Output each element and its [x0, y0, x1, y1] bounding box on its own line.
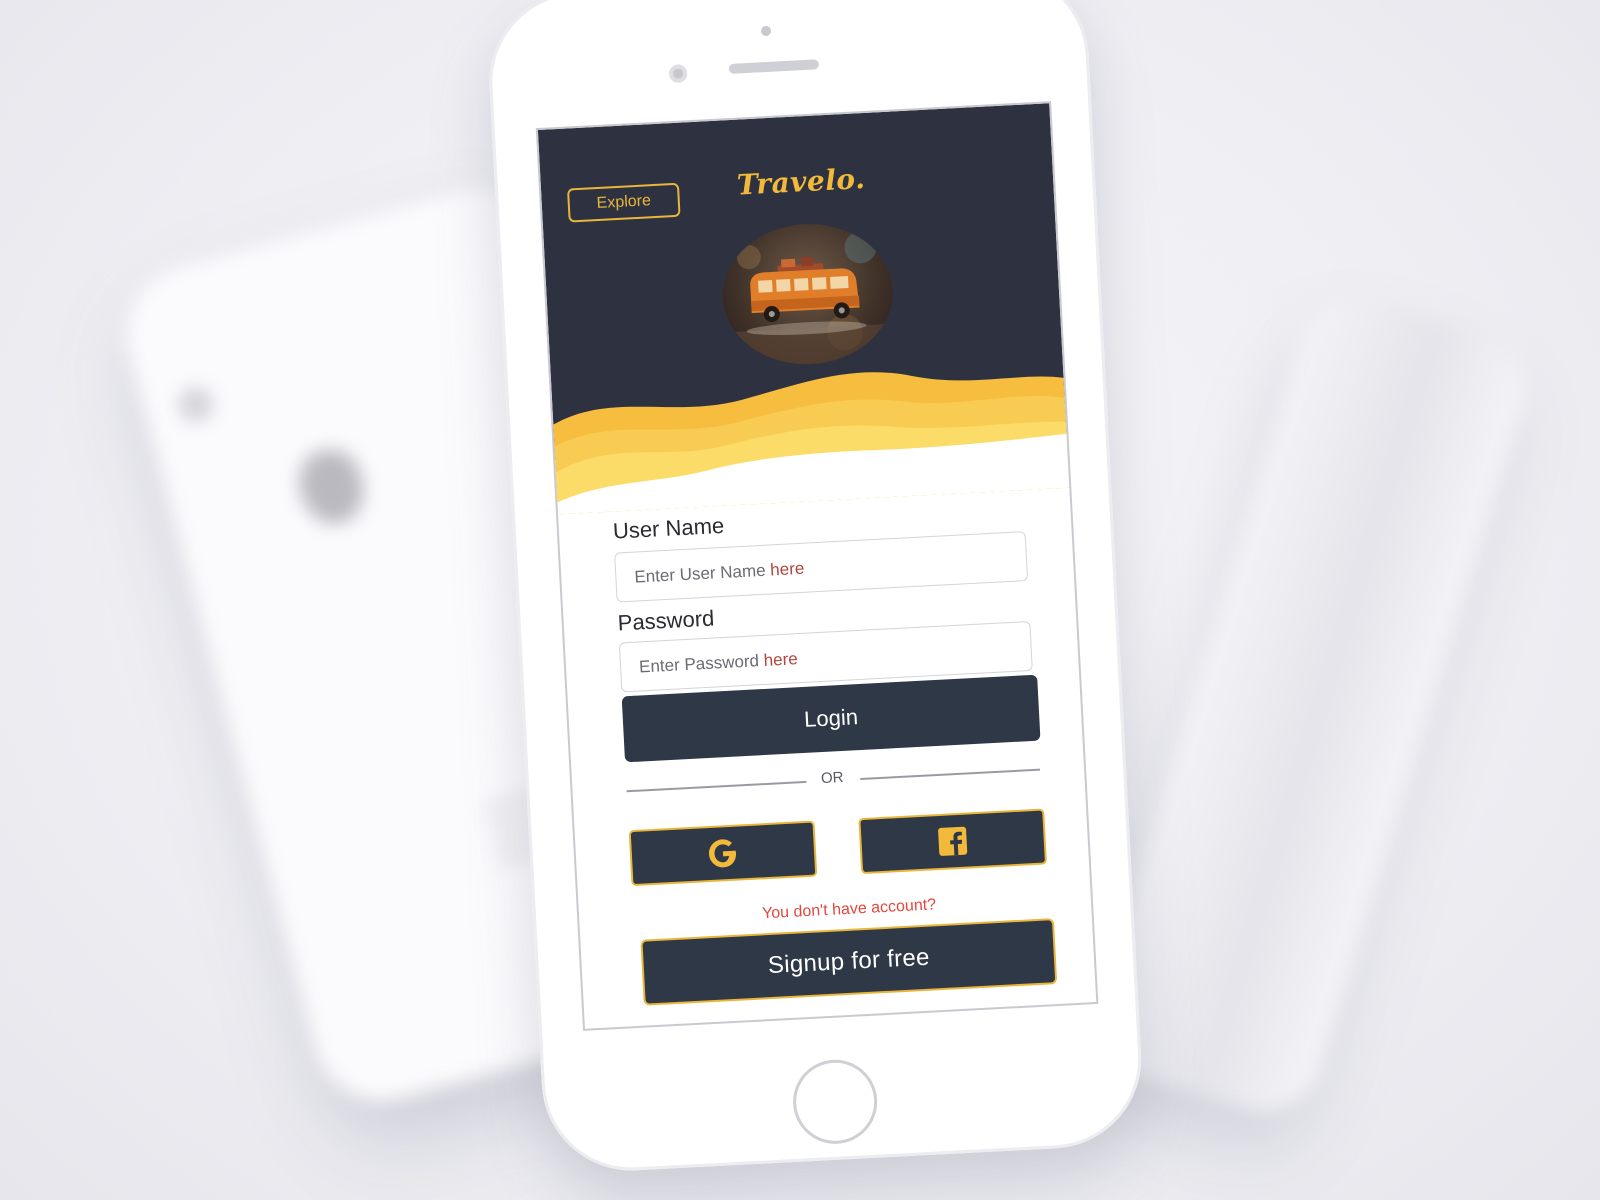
google-login-button[interactable]	[628, 820, 818, 887]
phone-body: Explore Travelo. User Name Enter User Na…	[484, 0, 1146, 1176]
no-account-prompt[interactable]: You don't have account?	[729, 895, 970, 926]
facebook-login-button[interactable]	[858, 808, 1048, 875]
facebook-icon	[938, 826, 968, 856]
app-logo: Travelo.	[736, 161, 867, 202]
home-button[interactable]	[791, 1057, 880, 1146]
apple-logo-icon	[292, 443, 372, 531]
password-placeholder: Enter Password	[638, 650, 765, 677]
username-placeholder: Enter User Name	[633, 560, 771, 587]
wave-decoration	[553, 372, 1070, 515]
signup-button[interactable]: Signup for free	[640, 918, 1058, 1006]
login-screen: Explore Travelo. User Name Enter User Na…	[535, 101, 1099, 1031]
proximity-sensor	[760, 25, 772, 37]
divider-left	[626, 780, 807, 792]
username-label: User Name	[612, 512, 725, 544]
front-camera-icon	[668, 64, 688, 84]
earpiece-speaker	[728, 59, 820, 74]
password-label: Password	[617, 605, 715, 636]
background-phone-side	[1081, 284, 1539, 1126]
google-icon	[709, 839, 736, 868]
divider-or-label: OR	[820, 768, 844, 788]
phone-mockup: Explore Travelo. User Name Enter User Na…	[484, 0, 1148, 1200]
password-placeholder-accent: here	[763, 649, 799, 670]
explore-button[interactable]: Explore	[566, 182, 681, 223]
divider-right	[860, 768, 1041, 780]
username-placeholder-accent: here	[769, 558, 805, 580]
background-camera-icon	[174, 383, 217, 426]
username-input[interactable]: Enter User Name here	[614, 531, 1029, 603]
